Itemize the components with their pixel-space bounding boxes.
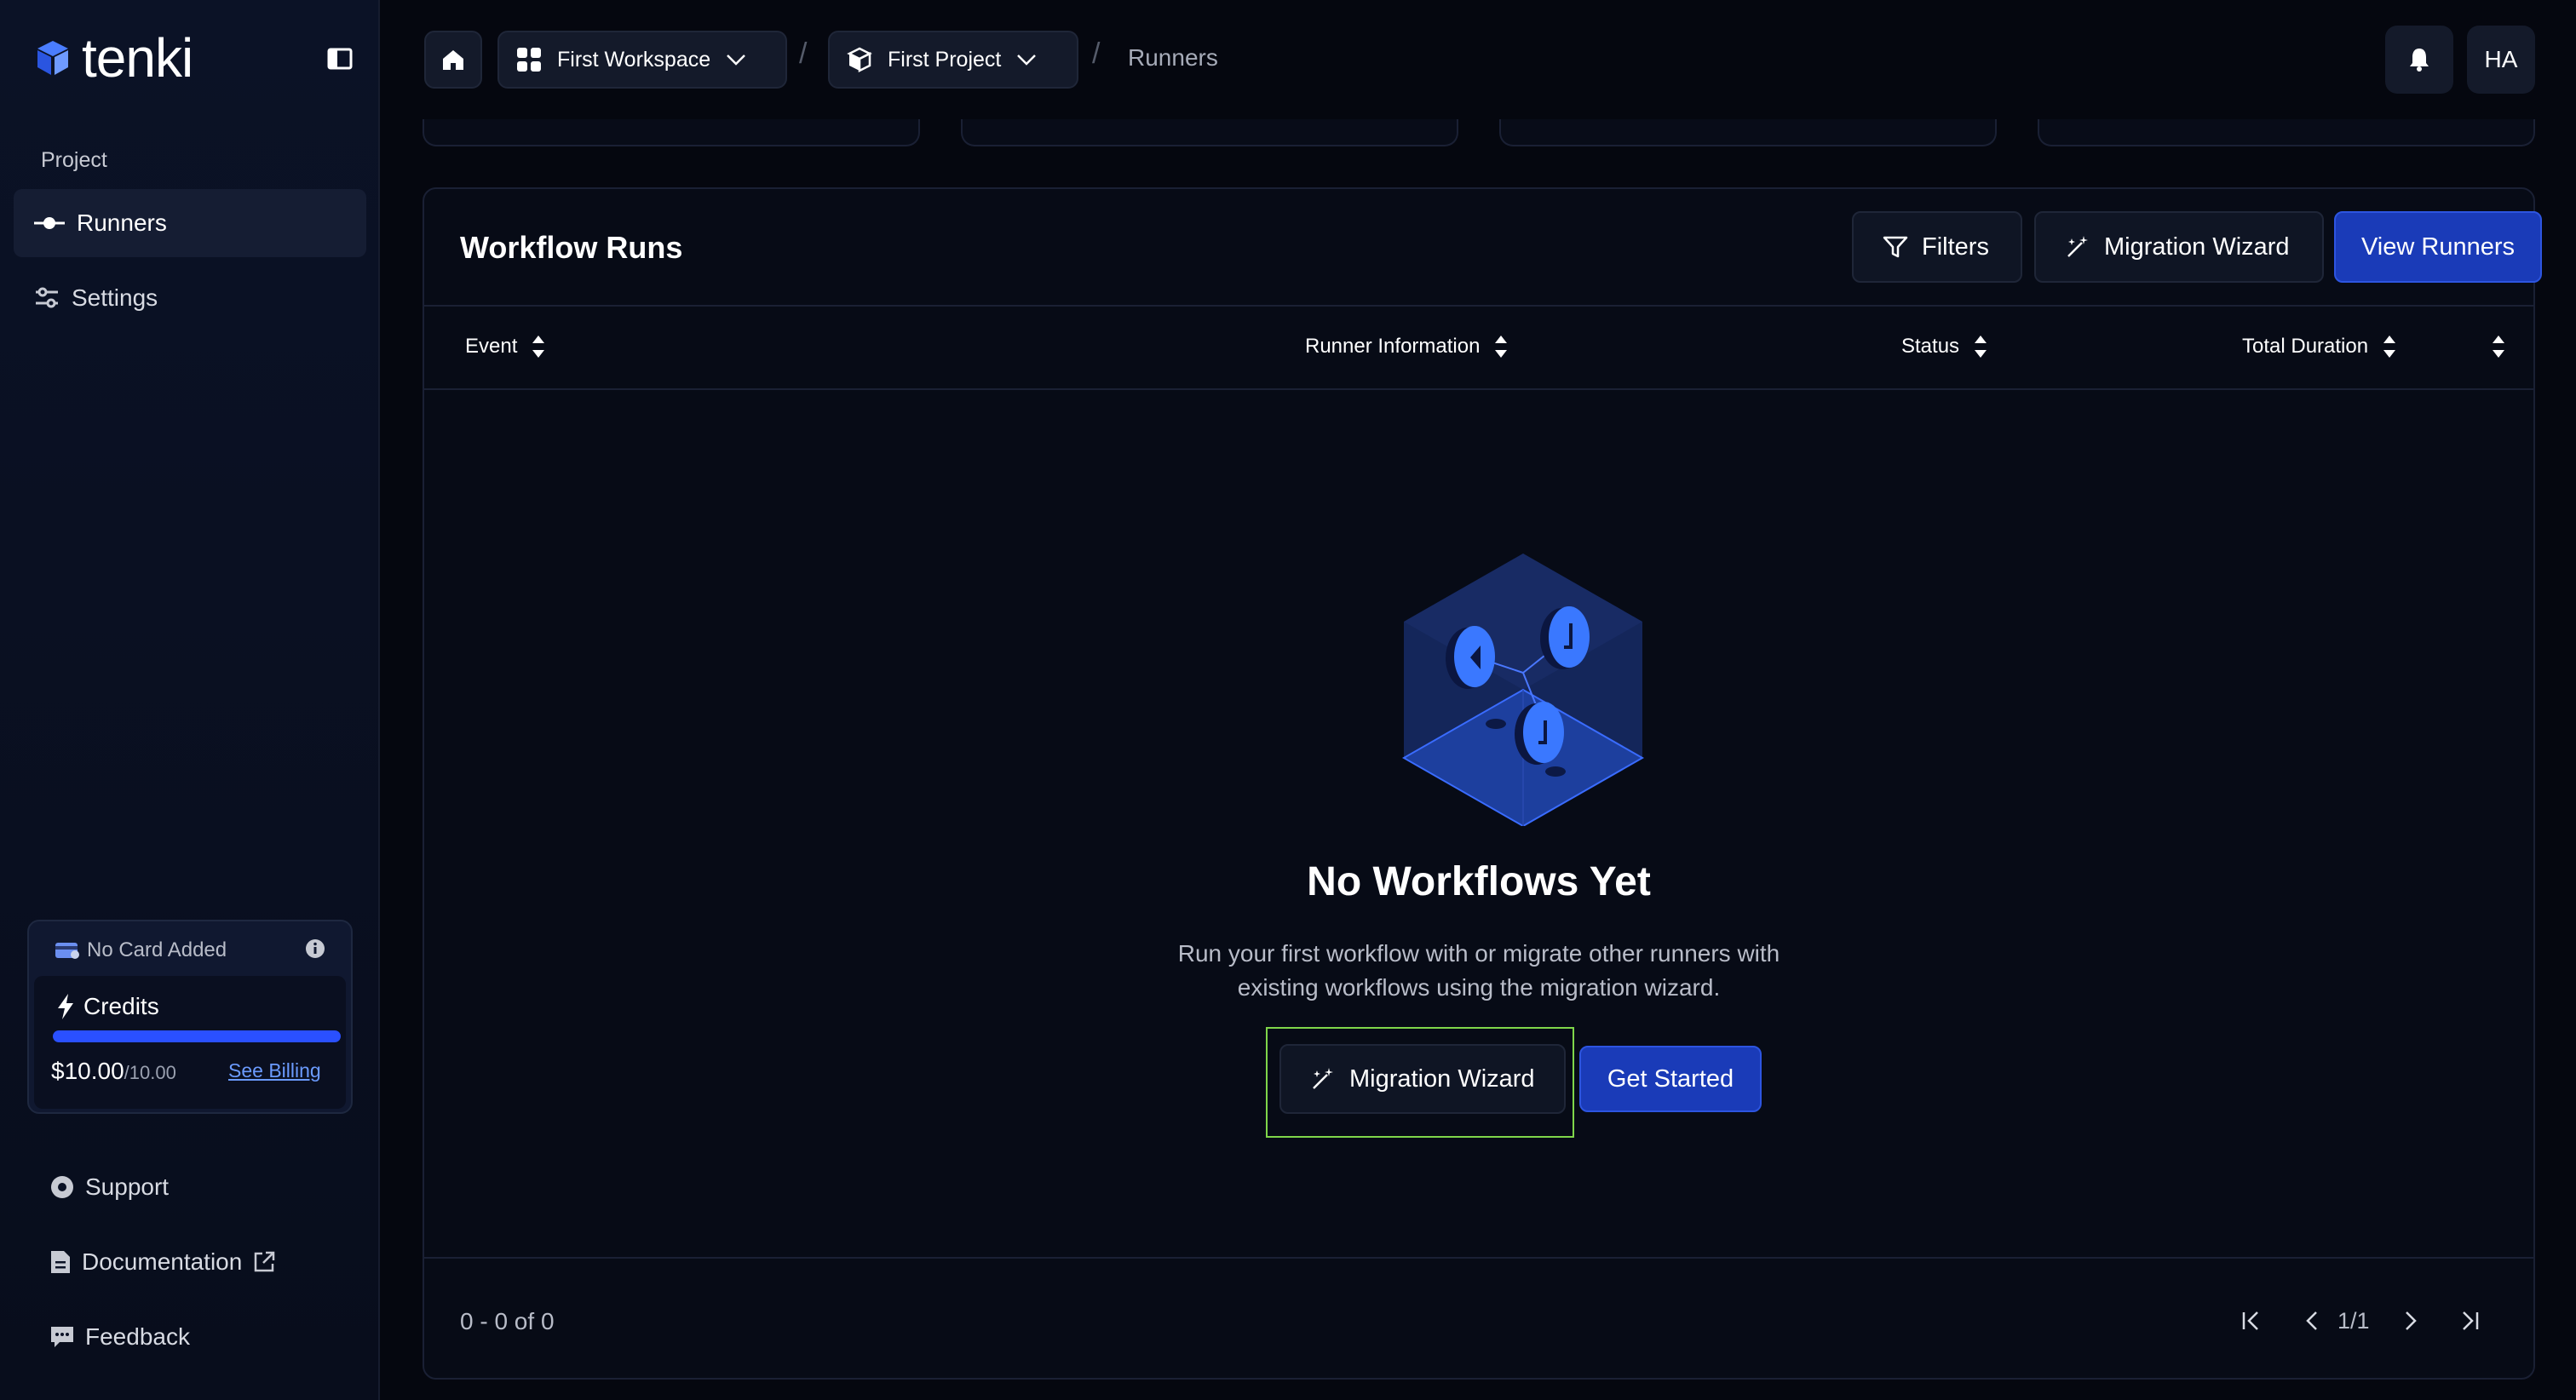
box-icon (847, 47, 872, 72)
bell-icon (2410, 49, 2429, 72)
credits-progress-fill (53, 1030, 341, 1042)
sidebar-item-label: Settings (72, 284, 158, 311)
home-icon (443, 50, 463, 70)
feedback-link[interactable]: Feedback (49, 1323, 190, 1351)
breadcrumb-current: Runners (1128, 44, 1218, 71)
sidebar-item-runners[interactable]: Runners (14, 189, 366, 257)
pagination: 0 - 0 of 0 1/1 (424, 1257, 2533, 1378)
support-icon (51, 1176, 73, 1198)
sidebar-item-label: Runners (77, 209, 167, 236)
first-page-icon[interactable] (2237, 1306, 2266, 1335)
view-runners-button[interactable]: View Runners (2334, 211, 2542, 283)
credits-amount: $10.00/10.00 (51, 1058, 176, 1084)
sliders-icon (36, 287, 58, 308)
column-header-runner-information[interactable]: Runner Information (1305, 334, 1509, 359)
breadcrumb-separator: / (1092, 37, 1101, 70)
support-link[interactable]: Support (49, 1173, 169, 1201)
column-header-extra[interactable] (2491, 334, 2506, 359)
empty-state-title: No Workflows Yet (1307, 859, 1651, 904)
last-page-icon[interactable] (2455, 1306, 2484, 1335)
external-link-icon (255, 1251, 275, 1272)
filter-icon (1883, 236, 1908, 258)
panel-title: Workflow Runs (460, 230, 683, 265)
project-selector[interactable]: First Project (828, 31, 1078, 89)
column-header-event[interactable]: Event (465, 334, 546, 359)
column-header-total-duration[interactable]: Total Duration (2242, 334, 2397, 359)
app-logo[interactable]: tenki (32, 31, 193, 85)
credits-box: Credits (34, 976, 346, 1109)
collapse-sidebar-icon[interactable] (327, 48, 353, 70)
magic-wand-icon (2067, 236, 2088, 257)
sort-icon (532, 336, 545, 358)
previous-page-icon[interactable] (2298, 1306, 2327, 1335)
tenki-logo-icon (37, 41, 68, 75)
document-icon (51, 1251, 70, 1273)
credit-card-icon (55, 943, 79, 959)
card-status: No Card Added (55, 938, 227, 962)
empty-state-description: Run your first workflow with or migrate … (1177, 940, 1780, 1001)
sort-icon (2383, 336, 2396, 358)
sort-icon (1975, 336, 1987, 358)
chevron-down-icon (727, 55, 746, 66)
chat-icon (51, 1327, 73, 1347)
info-icon[interactable] (305, 938, 325, 959)
credits-progress-bar (53, 1030, 341, 1042)
top-bar: First Workspace / First Project / Runner… (382, 0, 2576, 119)
workspace-name: First Workspace (557, 47, 711, 72)
sidebar-item-settings[interactable]: Settings (14, 264, 366, 332)
next-page-icon[interactable] (2395, 1306, 2424, 1335)
app-name: tenki (82, 27, 193, 89)
home-button[interactable] (424, 31, 482, 89)
breadcrumb-separator: / (799, 37, 808, 70)
page-indicator: 1/1 (2337, 1308, 2370, 1334)
sort-icon (1495, 336, 1508, 358)
credits-label: Credits (56, 993, 159, 1020)
see-billing-link[interactable]: See Billing (228, 1059, 321, 1082)
get-started-button[interactable]: Get Started (1579, 1046, 1762, 1112)
magic-wand-icon (1313, 1068, 1333, 1089)
table-header: Event Runner Information Status Total Du… (424, 305, 2533, 390)
sort-icon (2493, 336, 2504, 358)
empty-state-migration-wizard-button[interactable]: Migration Wizard (1279, 1044, 1566, 1114)
lightning-icon (58, 994, 73, 1019)
section-label: Project (41, 148, 107, 172)
grid-icon (517, 48, 541, 72)
project-name: First Project (888, 47, 1002, 72)
pagination-range: 0 - 0 of 0 (460, 1308, 555, 1334)
runner-icon (34, 217, 65, 229)
notifications-button[interactable] (2385, 26, 2453, 94)
workspace-selector[interactable]: First Workspace (497, 31, 787, 89)
sidebar: tenki Project Runners Settings No Card A… (0, 0, 380, 1400)
documentation-link[interactable]: Documentation (49, 1248, 276, 1276)
avatar[interactable]: HA (2467, 26, 2535, 94)
chevron-down-icon (1017, 55, 1037, 66)
filters-button[interactable]: Filters (1852, 211, 2022, 283)
column-header-status[interactable]: Status (1901, 334, 1988, 359)
workflow-runs-panel: Workflow Runs Filters Migration Wizard V… (423, 187, 2542, 1380)
migration-wizard-button[interactable]: Migration Wizard (2034, 211, 2324, 283)
main-content: First Workspace / First Project / Runner… (382, 0, 2576, 1400)
empty-state-cube-illustration (1401, 554, 1645, 826)
